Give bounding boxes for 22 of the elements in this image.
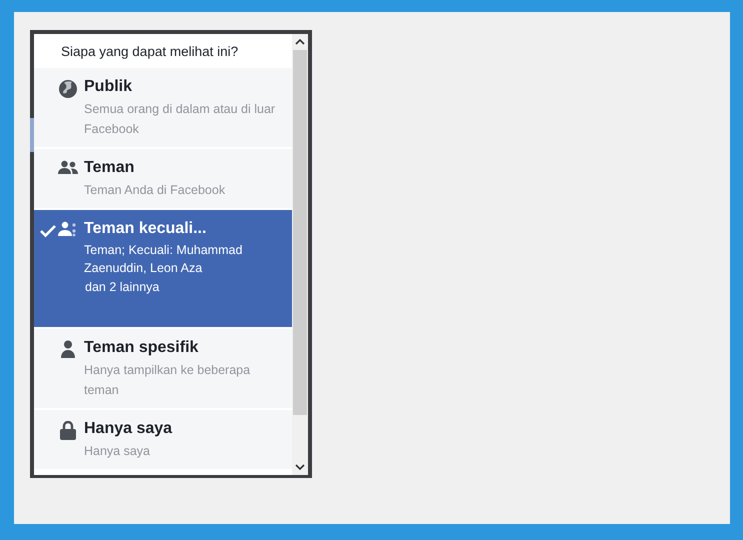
checkmark-icon [40,224,56,238]
option-title: Teman spesifik [84,339,200,357]
option-description: Semua orang di dalam atau di luar Facebook [84,101,276,138]
option-title: Publik [84,78,134,96]
option-description: Teman Anda di Facebook [84,182,226,199]
privacy-option[interactable]: Teman spesifik Hanya tampilkan ke beberapa teman [34,329,292,408]
lock-icon [60,421,76,440]
privacy-option[interactable]: Teman Teman Anda di Facebook [34,149,292,208]
option-title: Teman kecuali... [84,220,208,238]
person-icon [61,340,75,358]
option-description: dan 2 lainnya [84,279,160,296]
option-title: Hanya saya [84,420,172,438]
privacy-option[interactable]: Teman kecuali... Teman; Kecuali: Muhammad Zaenuddin, Leon Aza dan 2 lainnya [34,210,292,327]
friends-icon [58,160,78,176]
privacy-option[interactable]: Hanya saya Hanya saya [34,410,292,469]
option-title: Teman [84,159,136,177]
scrollbar-thumb[interactable] [293,50,307,415]
friends-except-icon [58,221,78,237]
option-description: Hanya tampilkan ke beberapa teman [84,362,252,399]
globe-icon [58,79,78,99]
privacy-option[interactable]: Publik Semua orang di dalam atau di luar Facebook [34,68,292,147]
option-description: Hanya saya [84,443,152,460]
